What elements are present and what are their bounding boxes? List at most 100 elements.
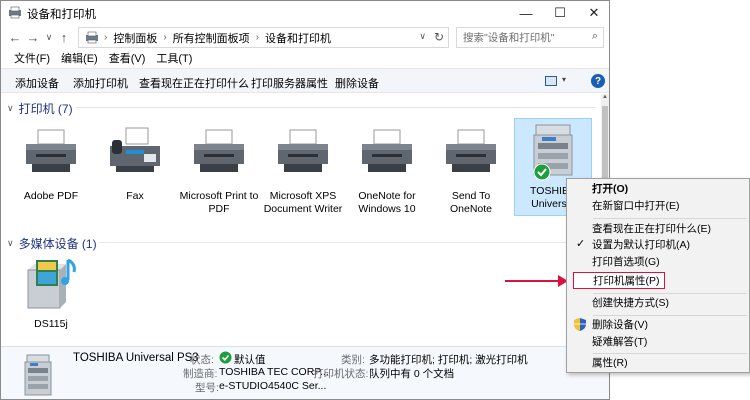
details-category-key: 类别: xyxy=(341,354,365,366)
up-button[interactable]: ↑ xyxy=(56,28,72,46)
breadcrumb-separator-icon: › xyxy=(104,32,108,43)
ctx-open-new-window[interactable]: 在新窗口中打开(E) xyxy=(569,198,747,215)
breadcrumb-all-control-panel-items[interactable]: 所有控制面板项 xyxy=(173,30,250,46)
device-label: DS115j xyxy=(34,318,68,330)
view-dropdown-icon[interactable]: ▾ xyxy=(562,75,566,84)
breadcrumb-devices-and-printers[interactable]: 设备和打印机 xyxy=(265,30,331,46)
window-title: 设备和打印机 xyxy=(27,9,96,21)
menu-view[interactable]: 查看(V) xyxy=(109,50,146,67)
collapse-chevron-icon[interactable]: ∨ xyxy=(7,103,14,114)
control-panel-icon xyxy=(86,31,98,44)
collapse-chevron-icon[interactable]: ∨ xyxy=(7,238,14,249)
media-server-icon xyxy=(27,258,76,309)
printers-group-header[interactable]: ∨ 打印机 (7) xyxy=(7,100,73,117)
breadcrumb-separator-icon: › xyxy=(255,32,260,43)
menu-file[interactable]: 文件(F) xyxy=(14,50,50,67)
group-divider xyxy=(76,107,596,108)
breadcrumb-control-panel[interactable]: 控制面板 xyxy=(113,30,157,46)
command-bar: 添加设备 添加打印机 查看现在正在打印什么 打印服务器属性 删除设备 ▾ ? xyxy=(1,68,609,93)
ctx-printer-properties[interactable]: 打印机属性(P) xyxy=(573,272,665,289)
printer-icon xyxy=(362,129,412,172)
device-label: Adobe PDF xyxy=(23,190,79,202)
details-model-value: e-STUDIO4540C Ser... xyxy=(219,380,327,392)
refresh-icon[interactable]: ↻ xyxy=(434,30,444,44)
see-whats-printing-button[interactable]: 查看现在正在打印什么 xyxy=(139,75,249,91)
details-manufacturer-key: 制造商: xyxy=(183,368,218,380)
title-bar[interactable]: 设备和打印机 — ☐ ✕ xyxy=(1,1,609,25)
details-status-value: 默认值 xyxy=(234,354,266,366)
menu-separator xyxy=(593,353,747,354)
details-status-key: 状态: xyxy=(190,354,214,366)
device-microsoft-xps-document-writer[interactable]: Microsoft XPS Document Writer xyxy=(262,124,344,216)
navigation-bar: ← → ∨ ↑ › 控制面板 › 所有控制面板项 › 设备和打印机 ∨ ↻ 搜索… xyxy=(1,25,609,49)
copier-icon xyxy=(533,124,573,176)
printer-icon xyxy=(446,129,496,172)
group-divider xyxy=(99,242,596,243)
devices-printers-app-icon xyxy=(9,6,21,19)
ctx-troubleshoot[interactable]: 疑难解答(T) xyxy=(569,334,747,351)
address-dropdown-icon[interactable]: ∨ xyxy=(419,31,426,42)
print-server-properties-button[interactable]: 打印服务器属性 xyxy=(251,75,328,91)
menu-separator xyxy=(593,293,747,294)
recent-locations-button[interactable]: ∨ xyxy=(41,28,57,46)
printer-icon xyxy=(26,129,76,172)
ctx-create-shortcut[interactable]: 创建快捷方式(S) xyxy=(569,295,747,312)
device-label: Fax xyxy=(126,190,144,202)
menu-tools[interactable]: 工具(T) xyxy=(156,50,192,67)
address-bar[interactable]: › 控制面板 › 所有控制面板项 › 设备和打印机 ∨ ↻ xyxy=(78,27,449,48)
device-label: OneNote for Windows 10 xyxy=(358,190,416,215)
menu-separator xyxy=(593,315,747,316)
ctx-set-default-printer[interactable]: 设置为默认打印机(A) xyxy=(569,237,747,254)
device-onenote-for-windows-10[interactable]: OneNote for Windows 10 xyxy=(346,124,428,216)
copier-icon xyxy=(24,354,52,396)
menu-bar: 文件(F) 编辑(E) 查看(V) 工具(T) xyxy=(1,50,609,67)
close-button[interactable]: ✕ xyxy=(577,1,609,25)
multimedia-group-header[interactable]: ∨ 多媒体设备 (1) xyxy=(7,235,97,252)
menu-separator xyxy=(593,218,747,219)
details-printer-status-key: 打印机状态: xyxy=(313,368,369,380)
printers-group-label: 打印机 (7) xyxy=(18,102,73,116)
change-view-icon[interactable] xyxy=(545,76,557,86)
help-icon[interactable]: ? xyxy=(591,74,605,88)
ctx-see-whats-printing[interactable]: 查看现在正在打印什么(E) xyxy=(569,221,747,238)
context-menu: 打开(O) 在新窗口中打开(E) 查看现在正在打印什么(E) ✓ 设置为默认打印… xyxy=(566,178,750,373)
ctx-remove-device[interactable]: 删除设备(V) xyxy=(569,317,747,334)
menu-edit[interactable]: 编辑(E) xyxy=(61,50,98,67)
device-send-to-onenote[interactable]: Send To OneNote xyxy=(430,124,512,216)
ctx-printing-preferences[interactable]: 打印首选项(G) xyxy=(569,254,747,271)
ctx-open[interactable]: 打开(O) xyxy=(569,181,747,198)
device-adobe-pdf[interactable]: Adobe PDF xyxy=(10,124,92,203)
printer-icon xyxy=(278,129,328,172)
search-input[interactable]: 搜索"设备和打印机" ⌕ xyxy=(456,27,604,48)
breadcrumb-separator-icon: › xyxy=(163,32,167,43)
scroll-up-arrow-icon[interactable]: ▲ xyxy=(601,94,609,104)
devices-and-printers-window: 设备和打印机 — ☐ ✕ ← → ∨ ↑ › 控制面板 › 所有控制面板项 › … xyxy=(0,0,610,400)
forward-button[interactable]: → xyxy=(25,28,41,46)
minimize-button[interactable]: — xyxy=(509,1,543,25)
fax-icon xyxy=(110,127,160,172)
details-printer-status-value: 队列中有 0 个文档 xyxy=(369,368,455,380)
device-ds115j[interactable]: DS115j xyxy=(10,252,92,331)
search-placeholder: 搜索"设备和打印机" xyxy=(463,32,555,44)
device-label: Send To OneNote xyxy=(449,190,493,215)
details-model-key: 型号: xyxy=(195,382,219,394)
back-button[interactable]: ← xyxy=(7,28,23,46)
details-device-name: TOSHIBA Universal PS3 xyxy=(73,352,199,364)
devices-content-area: ∨ 打印机 (7) Adobe PDF Fax Microsoft Print … xyxy=(1,94,601,346)
device-fax[interactable]: Fax xyxy=(94,124,176,203)
details-category-value: 多功能打印机; 打印机; 激光打印机 xyxy=(369,354,528,366)
add-printer-button[interactable]: 添加打印机 xyxy=(73,75,128,91)
search-icon[interactable]: ⌕ xyxy=(592,30,598,43)
maximize-button[interactable]: ☐ xyxy=(543,1,577,25)
status-ok-icon xyxy=(219,351,232,364)
add-device-button[interactable]: 添加设备 xyxy=(15,75,59,91)
details-pane: TOSHIBA Universal PS3 状态: 默认值 制造商: TOSHI… xyxy=(1,346,609,399)
device-label: Microsoft Print to PDF xyxy=(179,190,259,215)
default-printer-check-icon xyxy=(533,163,551,181)
printer-icon xyxy=(194,129,244,172)
ctx-properties[interactable]: 属性(R) xyxy=(569,355,747,372)
multimedia-group-label: 多媒体设备 (1) xyxy=(18,237,97,251)
remove-device-button[interactable]: 删除设备 xyxy=(335,75,379,91)
device-label: Microsoft XPS Document Writer xyxy=(263,190,343,215)
device-microsoft-print-to-pdf[interactable]: Microsoft Print to PDF xyxy=(178,124,260,216)
